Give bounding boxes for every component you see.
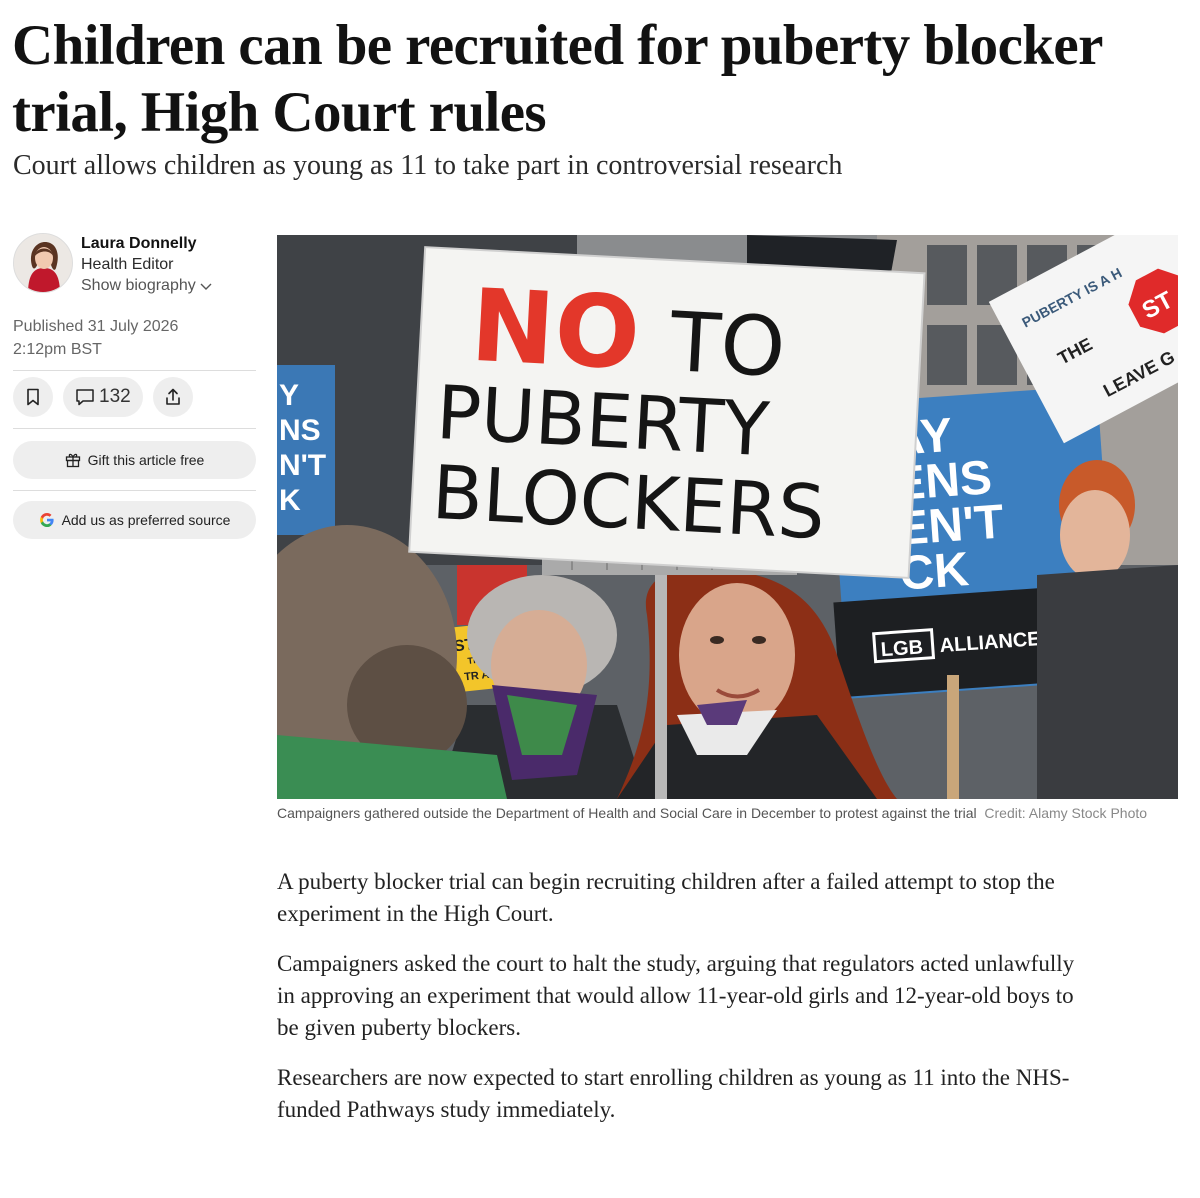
author-avatar[interactable] [13,233,73,293]
divider [13,370,256,371]
article-photo[interactable]: Y NS N'T K AY ENS EN'T CK LGB ALLIANCE P… [277,235,1178,799]
show-biography-button[interactable]: Show biography [81,277,213,295]
sign-to-text: TO [667,295,787,396]
published-date-line: Published 31 July 2026 [13,318,179,335]
left-sign-text: K [279,484,301,517]
article-paragraph: A puberty blocker trial can begin recrui… [277,869,1055,926]
author-name[interactable]: Laura Donnelly [81,235,197,253]
share-button[interactable] [152,377,193,417]
article-headline: Children can be recruited for puberty bl… [12,14,1102,144]
divider [13,428,256,429]
comment-count: 132 [99,386,131,407]
author-byline: Laura Donnelly Health Editor Show biogra… [13,233,258,299]
article-actions: 132 [13,377,193,417]
comments-button[interactable]: 132 [63,377,143,417]
article-paragraph: Campaigners asked the court to halt the … [277,951,1075,1040]
share-icon [165,388,180,405]
photo-caption-text: Campaigners gathered outside the Departm… [277,805,977,821]
left-sign-text: N'T [279,449,326,482]
article-body: A puberty blocker trial can begin recrui… [277,866,1077,1144]
bookmark-button[interactable] [13,377,53,417]
photo-credit: Credit: Alamy Stock Photo [984,805,1148,821]
gift-article-label: Gift this article free [87,452,205,468]
show-biography-label: Show biography [81,277,196,294]
google-icon [39,513,54,527]
left-sign-text: NS [279,414,321,447]
author-role: Health Editor [81,256,174,273]
article-paragraph: Researchers are now expected to start en… [277,1065,1070,1122]
published-date: Published 31 July 2026 2:12pm BST [13,315,258,361]
divider [13,490,256,491]
gift-icon [65,453,80,468]
gift-article-button[interactable]: Gift this article free [13,441,256,479]
bookmark-icon [27,388,39,406]
left-sign-text: Y [279,379,299,412]
photo-caption: Campaigners gathered outside the Departm… [277,803,1177,823]
lgb-box-text: LGB [880,636,924,661]
comment-icon [76,389,94,406]
preferred-source-button[interactable]: Add us as preferred source [13,501,256,539]
published-time-line: 2:12pm BST [13,341,102,358]
chevron-down-icon [200,283,212,290]
article-standfirst: Court allows children as young as 11 to … [13,150,843,181]
preferred-source-label: Add us as preferred source [61,512,231,528]
